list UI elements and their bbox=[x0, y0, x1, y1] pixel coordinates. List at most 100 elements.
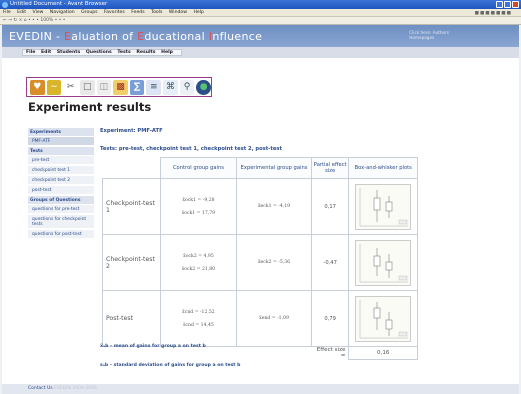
control-sd: s̅ock2 = 21,80 bbox=[181, 266, 216, 272]
menu-edit[interactable]: Edit bbox=[17, 10, 26, 15]
box-whisker-plot-thumbnail[interactable] bbox=[355, 239, 412, 286]
header-partial-effect: Partial effect size bbox=[310, 157, 350, 179]
close-button[interactable] bbox=[512, 1, 519, 8]
tests-label: Tests: pre-test, checkpoint test 1, chec… bbox=[100, 146, 282, 152]
legend-mean: x̄ₐb – mean of gains for group a on test… bbox=[100, 344, 206, 349]
sidebar-item-questions-checkpoint[interactable]: questions for checkpoint tests bbox=[28, 215, 94, 229]
user-links[interactable]: Click here: Authors Homepages bbox=[409, 30, 449, 40]
results-panel: Experiment: PMF-ATF Tests: pre-test, che… bbox=[100, 128, 418, 360]
menu-file[interactable]: File bbox=[3, 10, 11, 15]
sidebar-item-questions-pre[interactable]: questions for pre-test bbox=[28, 205, 94, 214]
table-row: Post-test x̄cnd = -12,52 s̅cnd = 14,45 x… bbox=[102, 290, 418, 347]
experimental-gains-cell: x̄end = -1,09 bbox=[236, 290, 312, 347]
list-icon[interactable]: ≡ bbox=[146, 79, 162, 95]
maximize-button[interactable] bbox=[504, 1, 511, 8]
control-mean: x̄cnd = -12,52 bbox=[182, 309, 215, 315]
menu-help[interactable]: Help bbox=[193, 10, 203, 15]
sidebar-item-checkpoint-1[interactable]: checkpoint test 1 bbox=[28, 166, 94, 175]
search-stats-icon[interactable]: ⌘ bbox=[163, 79, 178, 95]
user-link-homepages[interactable]: Homepages bbox=[409, 35, 449, 40]
scissors-icon[interactable]: ✂ bbox=[63, 80, 78, 95]
sidebar-item-post-test[interactable]: post-test bbox=[28, 186, 94, 195]
app-menu: File Edit Students Questions Tests Resul… bbox=[22, 49, 182, 56]
control-sd: s̅ock1 = 17,79 bbox=[181, 210, 216, 216]
app-header: EVEDIN - Ealuation of Educational Influe… bbox=[2, 25, 519, 47]
browser-title: Untitled Document - Avant Browser bbox=[10, 1, 108, 7]
table-row: Checkpoint-test 1 x̄ock1 = -9,28 s̅ock1 … bbox=[102, 178, 418, 235]
nav-file[interactable]: File bbox=[26, 50, 35, 55]
header-experimental-gains: Experimental group gains bbox=[236, 157, 312, 179]
browser-titlebar: Untitled Document - Avant Browser bbox=[0, 0, 521, 9]
sidebar-header-question-groups: Groups of Questions bbox=[28, 196, 94, 204]
contact-us-link[interactable]: Contact Us bbox=[28, 386, 53, 391]
effect-size-cell: -0,47 bbox=[310, 234, 350, 291]
box-whisker-plot-thumbnail[interactable] bbox=[355, 183, 412, 230]
effect-size-cell: 0,79 bbox=[310, 290, 350, 347]
nav-questions[interactable]: Questions bbox=[86, 50, 112, 55]
menu-feeds[interactable]: Feeds bbox=[131, 10, 144, 15]
menu-window[interactable]: Window bbox=[169, 10, 187, 15]
browser-menubar: File Edit View Navigation Groups Favorit… bbox=[0, 9, 521, 17]
sidebar-item-pre-test[interactable]: pre-test bbox=[28, 156, 94, 165]
experimental-gains-cell: x̄eck2 = -5,36 bbox=[236, 234, 312, 291]
document-icon[interactable]: □ bbox=[79, 79, 95, 95]
control-gains-cell: x̄ock2 = 4,95 s̅ock2 = 21,80 bbox=[159, 234, 238, 291]
nav-results[interactable]: Results bbox=[136, 50, 155, 55]
statistics-icon[interactable]: ∑ bbox=[129, 79, 145, 95]
app-title-part: ducational bbox=[144, 30, 209, 43]
sidebar-item-questions-post[interactable]: questions for post-test bbox=[28, 230, 94, 239]
content-area: ♥ ∼ ✂ □ ◫ ▩ ∑ ≡ ⌘ ⚲ ● Experiment results… bbox=[2, 58, 519, 384]
effect-size-label: Effect size = bbox=[316, 347, 346, 359]
control-gains-cell: x̄cnd = -12,52 s̅cnd = 14,45 bbox=[159, 290, 238, 347]
nav-edit[interactable]: Edit bbox=[41, 50, 51, 55]
experimental-mean: x̄eck2 = -5,36 bbox=[257, 260, 291, 265]
copy-icon[interactable]: ◫ bbox=[96, 79, 112, 95]
table-row: Checkpoint-test 2 x̄ock2 = 4,95 s̅ock2 =… bbox=[102, 234, 418, 291]
chart-icon[interactable]: ▩ bbox=[113, 79, 128, 95]
menu-view[interactable]: View bbox=[33, 10, 44, 15]
row-name-checkpoint-1: Checkpoint-test 1 bbox=[102, 178, 161, 235]
control-mean: x̄ock2 = 4,95 bbox=[183, 253, 214, 259]
nav-help[interactable]: Help bbox=[161, 50, 173, 55]
app-title-part: nfluence bbox=[212, 30, 263, 43]
plot-cell[interactable] bbox=[348, 234, 418, 291]
table-header-empty bbox=[103, 158, 161, 179]
window-controls bbox=[496, 1, 519, 8]
footer: Contact Us EVEDIN 2004-2006 bbox=[2, 384, 519, 394]
legend-sd: sₐb – standard deviation of gains for gr… bbox=[100, 363, 241, 368]
plot-cell[interactable] bbox=[348, 178, 418, 235]
footer-copyright: EVEDIN 2004-2006 bbox=[54, 386, 97, 391]
nav-tests[interactable]: Tests bbox=[117, 50, 130, 55]
zoom-icon[interactable]: ⚲ bbox=[179, 79, 195, 95]
minimize-button[interactable] bbox=[496, 1, 503, 8]
sidebar: Experiments PMF-ATF Tests pre-test check… bbox=[28, 128, 94, 240]
sidebar-header-tests: Tests bbox=[28, 147, 94, 155]
experimental-mean: x̄end = -1,09 bbox=[259, 316, 289, 321]
box-whisker-plot-thumbnail[interactable] bbox=[355, 295, 412, 342]
menu-navigation[interactable]: Navigation bbox=[50, 10, 75, 15]
menu-tools[interactable]: Tools bbox=[151, 10, 162, 15]
header-box-whisker: Box-and-whisker plots bbox=[348, 157, 418, 179]
app-title-part: aluation of bbox=[71, 30, 138, 43]
browser-icon bbox=[2, 1, 8, 8]
menu-groups[interactable]: Groups bbox=[81, 10, 97, 15]
app-navbar: File Edit Students Questions Tests Resul… bbox=[2, 47, 519, 58]
globe-icon[interactable]: ● bbox=[196, 79, 212, 95]
header-control-gains: Control group gains bbox=[159, 157, 238, 179]
sidebar-item-pmf-atf[interactable]: PMF-ATF bbox=[28, 137, 94, 146]
nav-students[interactable]: Students bbox=[57, 50, 80, 55]
link-icon[interactable]: ∼ bbox=[46, 79, 62, 95]
menu-favorites[interactable]: Favorites bbox=[104, 10, 125, 15]
handshake-icon[interactable]: ♥ bbox=[30, 79, 45, 95]
toolbar-icons: ♥ ∼ ✂ □ ◫ ▩ ∑ ≡ ⌘ ⚲ ● bbox=[26, 77, 212, 97]
sidebar-item-checkpoint-2[interactable]: checkpoint test 2 bbox=[28, 176, 94, 185]
browser-toolbar[interactable]: ← → ↻ × ⌂ • • • 100% • • • bbox=[0, 17, 521, 25]
browser-toolbar-buttons[interactable]: ← → ↻ × ⌂ • • • 100% • • • bbox=[3, 18, 65, 23]
table-header-row: Control group gains Experimental group g… bbox=[103, 157, 418, 179]
effect-size-value: 0,16 bbox=[348, 346, 418, 360]
plot-cell[interactable] bbox=[348, 290, 418, 347]
experiment-label: Experiment: PMF-ATF bbox=[100, 128, 163, 134]
results-table: Control group gains Experimental group g… bbox=[102, 157, 418, 360]
control-gains-cell: x̄ock1 = -9,28 s̅ock1 = 17,79 bbox=[159, 178, 238, 235]
effect-size-cell: 0,17 bbox=[310, 178, 350, 235]
